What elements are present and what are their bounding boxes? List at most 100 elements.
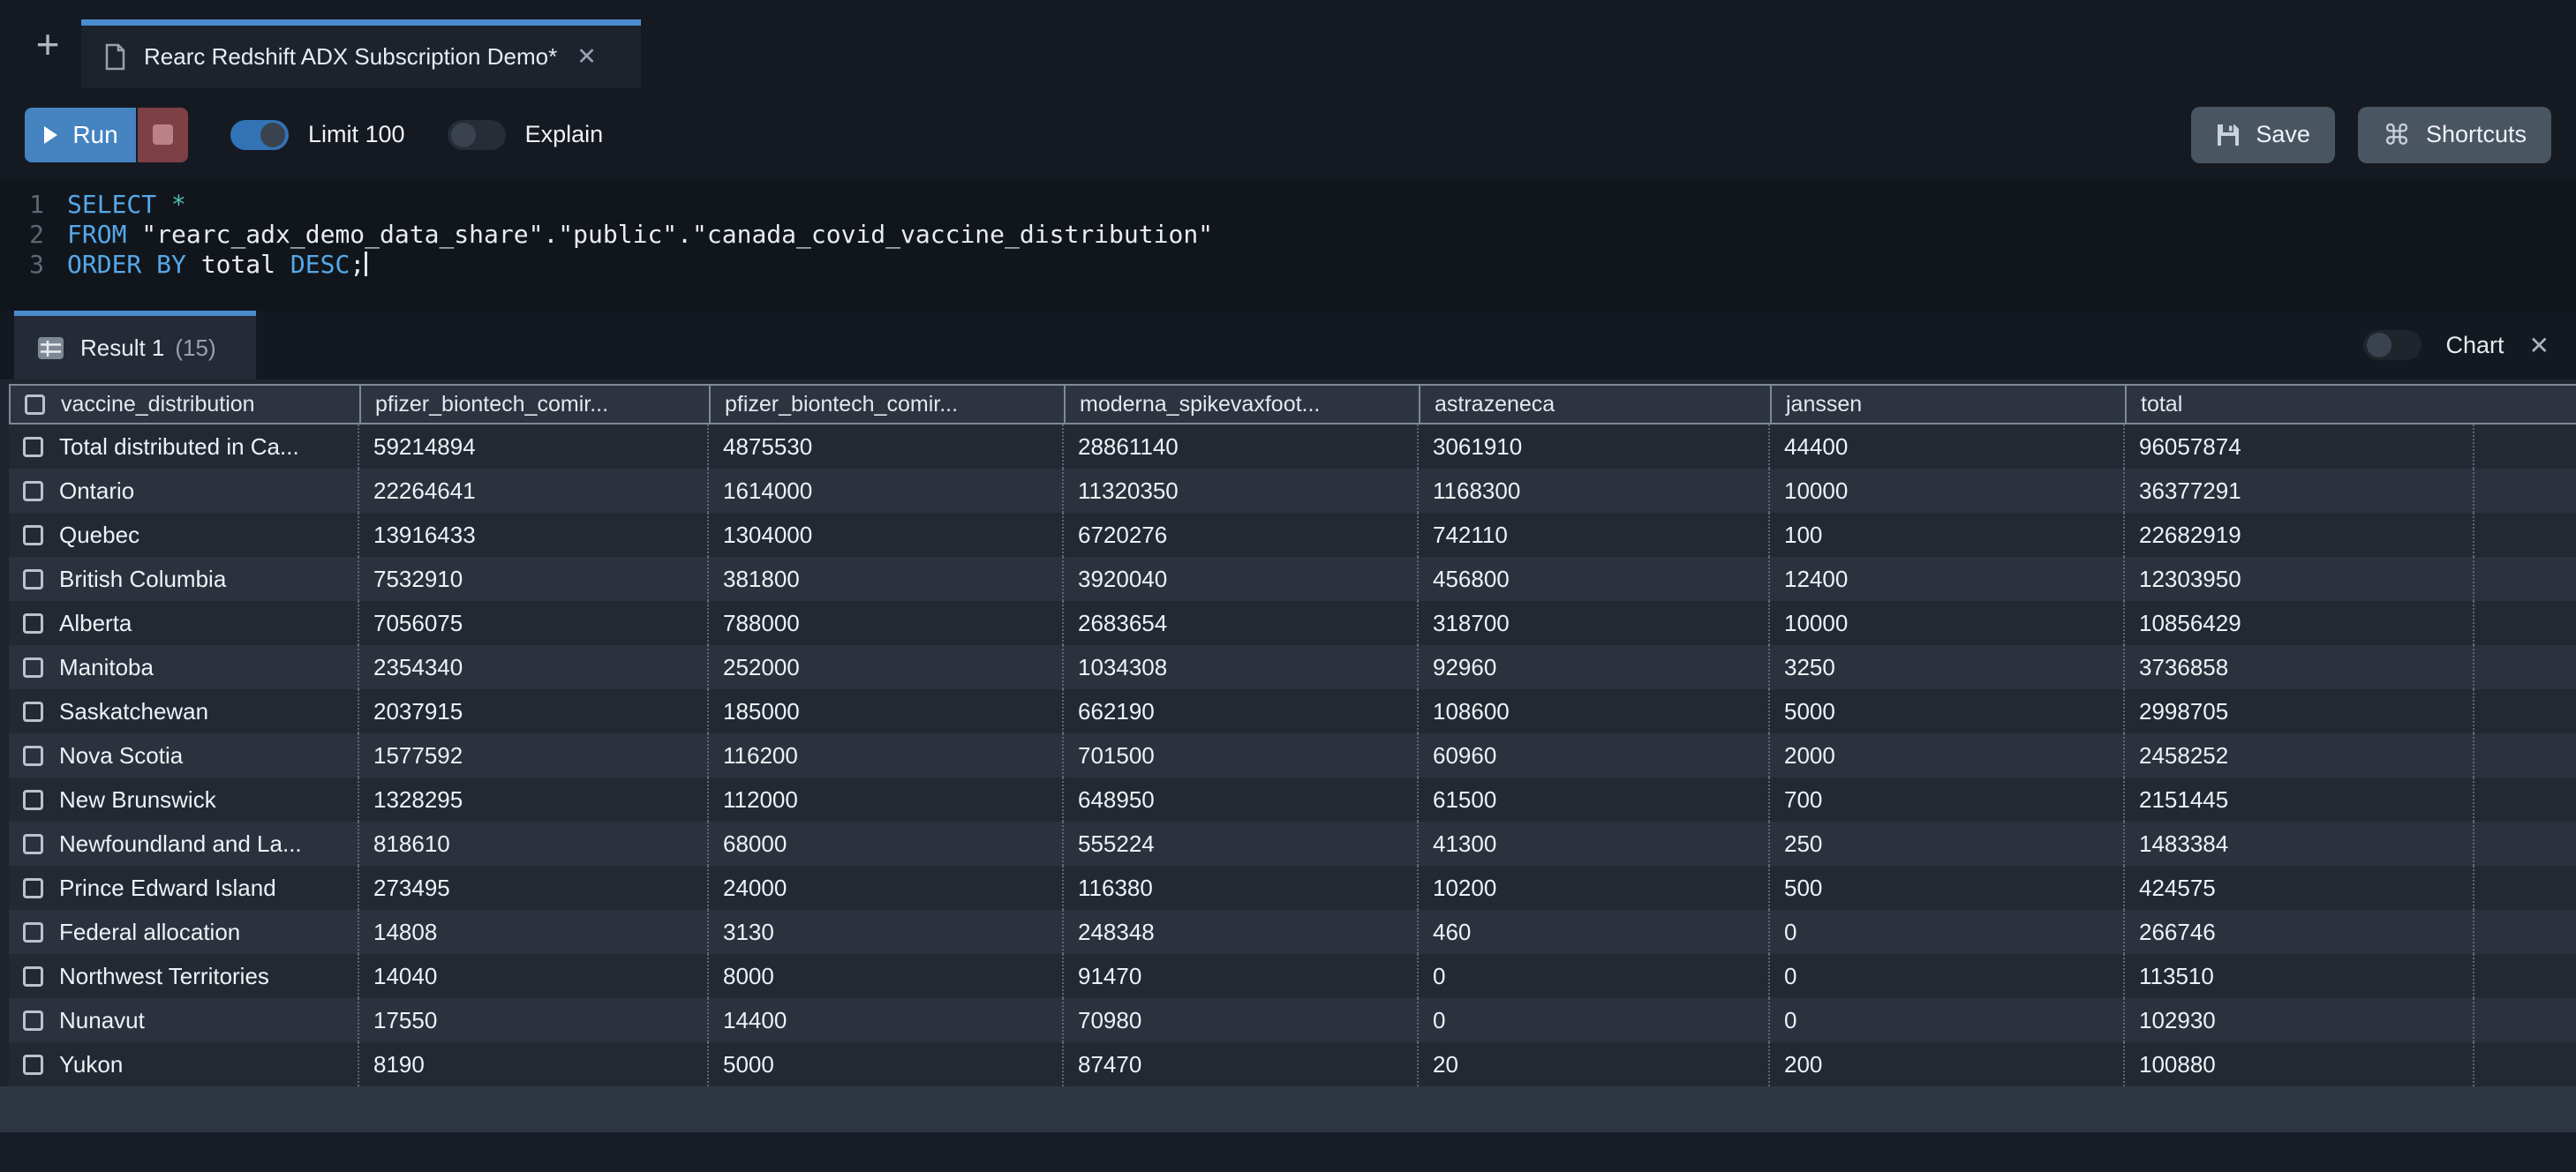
row-checkbox[interactable] (23, 922, 43, 943)
table-row[interactable]: Nunavut17550144007098000102930 (9, 998, 2576, 1042)
cell-value: 44400 (1784, 433, 1848, 461)
header-cell-3[interactable]: moderna_spikevaxfoot... (1064, 384, 1420, 424)
table-row[interactable]: Nova Scotia15775921162007015006096020002… (9, 733, 2576, 778)
table-cell: 2354340 (359, 645, 709, 689)
table-cell: 1483384 (2125, 822, 2474, 866)
table-row[interactable]: Total distributed in Ca...59214894487553… (9, 424, 2576, 469)
table-cell: 24000 (709, 866, 1064, 910)
stop-icon (153, 124, 173, 145)
column-label: pfizer_biontech_comir... (375, 392, 608, 417)
save-button[interactable]: Save (2191, 107, 2335, 163)
cell-value: 456800 (1433, 566, 1510, 593)
line-number: 1 (11, 190, 44, 220)
cell-value: 13916433 (373, 522, 476, 549)
row-checkbox[interactable] (23, 569, 43, 590)
table-cell: 456800 (1419, 557, 1770, 601)
table-row[interactable]: Northwest Territories1404080009147000113… (9, 954, 2576, 998)
table-row[interactable]: Federal allocation1480831302483484600266… (9, 910, 2576, 954)
chart-toggle[interactable] (2363, 330, 2422, 360)
cell-value: Yukon (59, 1051, 123, 1078)
row-filler (2474, 689, 2576, 733)
row-filler (2474, 557, 2576, 601)
header-cell-1[interactable]: pfizer_biontech_comir... (359, 384, 711, 424)
row-checkbox[interactable] (23, 1055, 43, 1075)
limit-toggle[interactable] (230, 120, 289, 150)
row-checkbox[interactable] (23, 437, 43, 457)
cell-value: Newfoundland and La... (59, 830, 302, 858)
header-cell-5[interactable]: janssen (1770, 384, 2127, 424)
row-filler (2474, 778, 2576, 822)
table-row[interactable]: Quebec1391643313040006720276742110100226… (9, 513, 2576, 557)
stop-button[interactable] (138, 108, 188, 162)
table-row[interactable]: Yukon819050008747020200100880 (9, 1042, 2576, 1086)
row-checkbox[interactable] (23, 702, 43, 722)
cell-value: 2998705 (2139, 698, 2228, 725)
row-checkbox[interactable] (23, 966, 43, 987)
toolbar: Run Limit 100 Explain Save ⌘ (0, 88, 2576, 181)
shortcuts-button[interactable]: ⌘ Shortcuts (2358, 107, 2551, 163)
table-cell: 116380 (1064, 866, 1419, 910)
cell-value: 68000 (723, 830, 787, 858)
table-row[interactable]: British Columbia753291038180039200404568… (9, 557, 2576, 601)
code-line-1[interactable]: 1 SELECT * (11, 190, 2576, 220)
cell-value: 788000 (723, 610, 800, 637)
row-checkbox[interactable] (23, 1010, 43, 1031)
cell-value: 742110 (1433, 522, 1508, 549)
row-filler (2474, 645, 2576, 689)
table-cell: 648950 (1064, 778, 1419, 822)
table-cell: Ontario (9, 469, 359, 513)
run-button[interactable]: Run (25, 108, 136, 162)
row-checkbox[interactable] (23, 878, 43, 898)
result-tab[interactable]: Result 1 (15) (14, 311, 256, 379)
row-filler (2474, 469, 2576, 513)
result-tab-label: Result 1 (80, 334, 164, 362)
table-row[interactable]: Newfoundland and La...818610680005552244… (9, 822, 2576, 866)
code-line-2[interactable]: 2FROM "rearc_adx_demo_data_share"."publi… (11, 220, 2576, 250)
code-line-3[interactable]: 3ORDER BY total DESC; (11, 250, 2576, 280)
tab-close-button[interactable]: ✕ (576, 43, 597, 71)
row-checkbox[interactable] (23, 657, 43, 678)
new-tab-button[interactable]: + (23, 19, 72, 69)
results-close-button[interactable]: ✕ (2529, 331, 2550, 360)
header-cell-6[interactable]: total (2125, 384, 2476, 424)
header-cell-2[interactable]: pfizer_biontech_comir... (709, 384, 1066, 424)
cell-value: 92960 (1433, 654, 1496, 681)
file-tab[interactable]: Rearc Redshift ADX Subscription Demo* ✕ (81, 19, 641, 88)
row-filler (2474, 954, 2576, 998)
cell-value: Total distributed in Ca... (59, 433, 299, 461)
sql-code: SELECT * (67, 190, 186, 220)
row-checkbox[interactable] (23, 834, 43, 854)
table-cell: 200 (1770, 1042, 2125, 1086)
sql-token: "rearc_adx_demo_data_share"."public"."ca… (126, 220, 1213, 249)
table-cell: 100 (1770, 513, 2125, 557)
cell-value: 0 (1433, 1007, 1445, 1034)
table-cell: 742110 (1419, 513, 1770, 557)
header-cell-4[interactable]: astrazeneca (1419, 384, 1772, 424)
table-cell: 7532910 (359, 557, 709, 601)
cell-value: Federal allocation (59, 919, 240, 946)
table-row[interactable]: New Brunswick132829511200064895061500700… (9, 778, 2576, 822)
table-cell: 3130 (709, 910, 1064, 954)
cell-value: 7056075 (373, 610, 463, 637)
row-checkbox[interactable] (23, 481, 43, 501)
table-row[interactable]: Saskatchewan2037915185000662190108600500… (9, 689, 2576, 733)
table-row[interactable]: Prince Edward Island27349524000116380102… (9, 866, 2576, 910)
row-checkbox[interactable] (23, 746, 43, 766)
cell-value: 17550 (373, 1007, 437, 1034)
column-label: astrazeneca (1435, 392, 1555, 417)
cell-value: 108600 (1433, 698, 1510, 725)
cell-value: 14808 (373, 919, 437, 946)
row-checkbox[interactable] (23, 613, 43, 634)
table-cell: 61500 (1419, 778, 1770, 822)
header-cell-0[interactable]: vaccine_distribution (9, 384, 361, 424)
cell-value: Ontario (59, 477, 134, 505)
row-checkbox[interactable] (23, 525, 43, 545)
table-row[interactable]: Alberta705607578800026836543187001000010… (9, 601, 2576, 645)
table-row[interactable]: Ontario222646411614000113203501168300100… (9, 469, 2576, 513)
explain-toggle[interactable] (448, 120, 506, 150)
sql-editor[interactable]: 1 SELECT *2FROM "rearc_adx_demo_data_shar… (0, 181, 2576, 311)
header-checkbox[interactable] (25, 394, 45, 415)
table-cell: 8190 (359, 1042, 709, 1086)
row-checkbox[interactable] (23, 790, 43, 810)
table-row[interactable]: Manitoba23543402520001034308929603250373… (9, 645, 2576, 689)
